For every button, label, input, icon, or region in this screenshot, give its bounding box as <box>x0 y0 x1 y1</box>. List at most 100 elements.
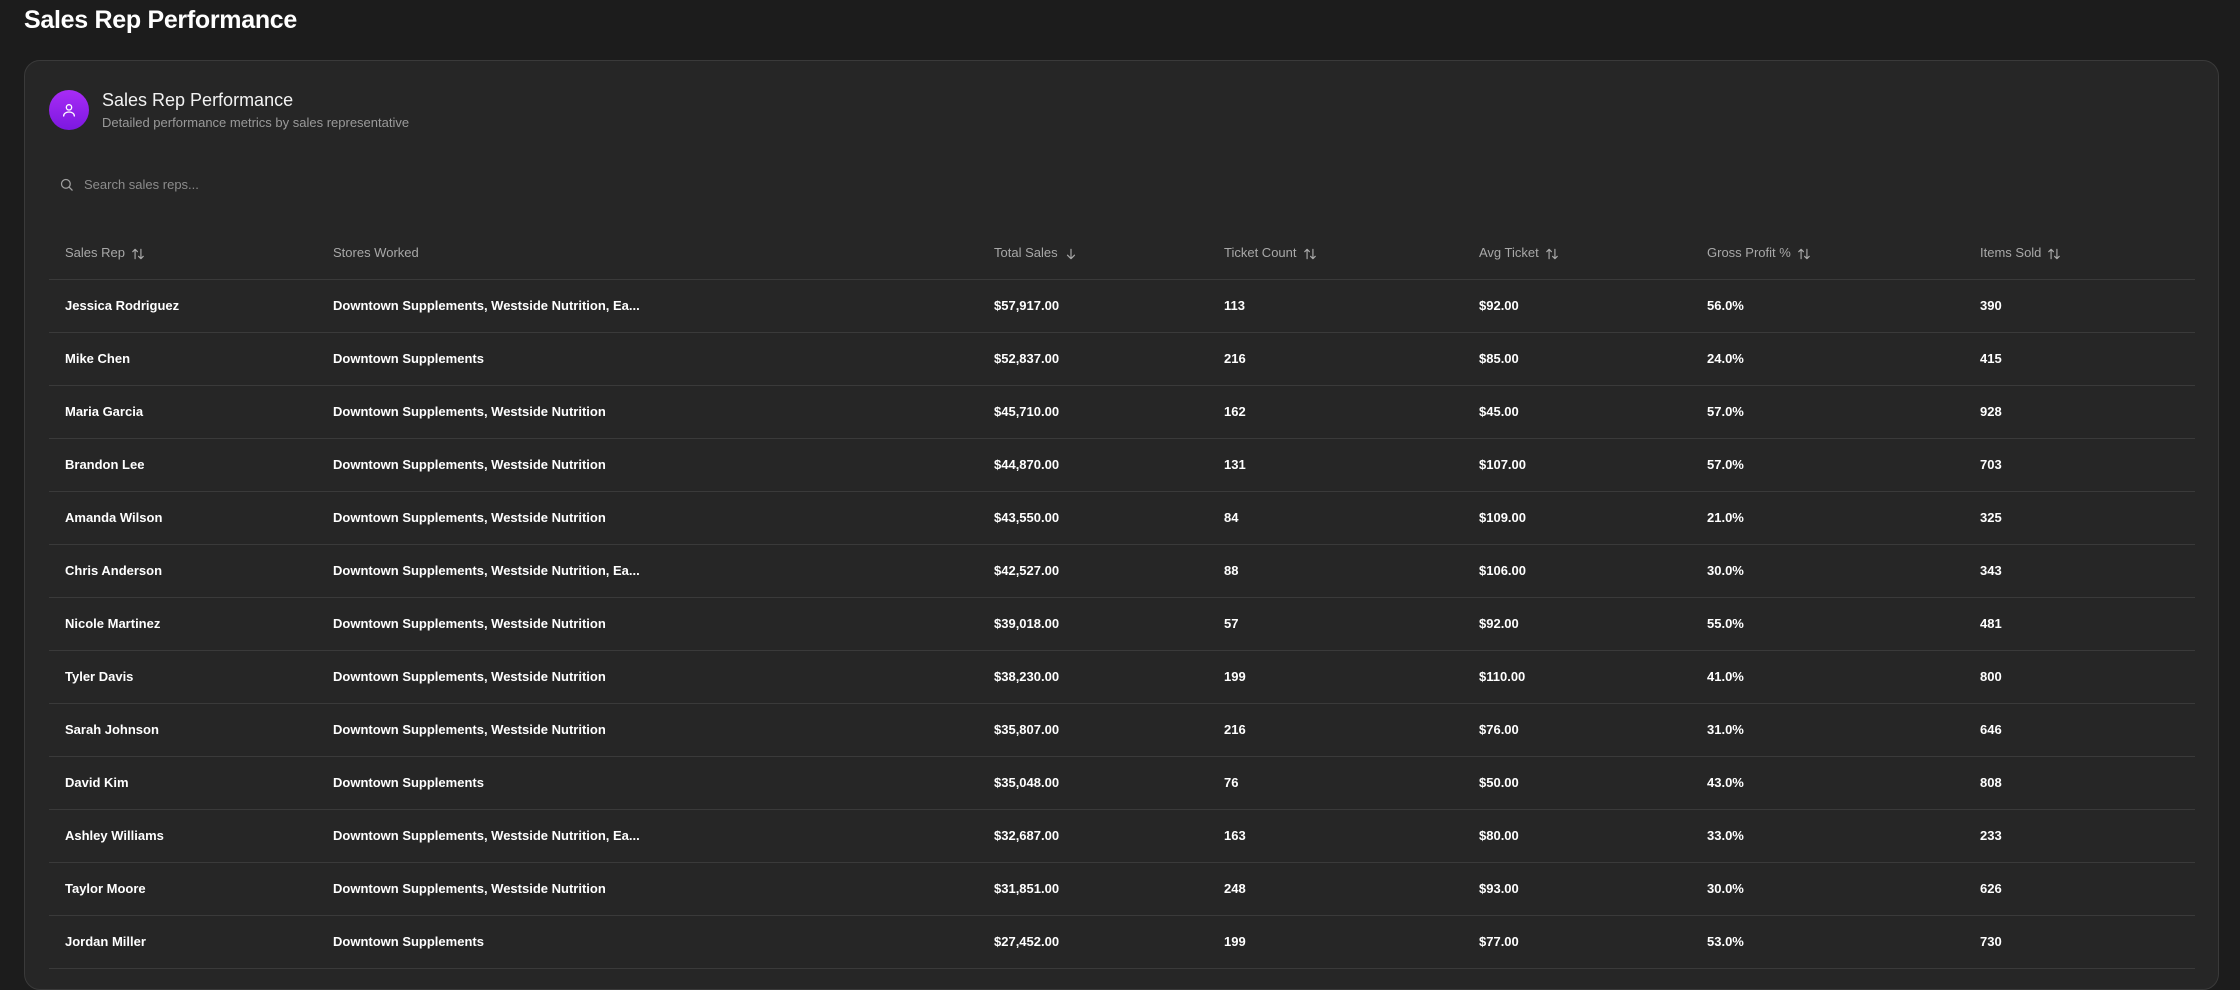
cell-items-sold: 325 <box>1964 491 2195 545</box>
column-header-ticket-count[interactable]: Ticket Count <box>1208 227 1463 280</box>
cell-sales-rep: Tyler Davis <box>49 650 317 704</box>
user-icon <box>49 90 89 130</box>
cell-stores-worked: Downtown Supplements <box>317 332 978 386</box>
search-icon <box>60 178 73 191</box>
cell-ticket-count: 88 <box>1208 544 1463 598</box>
column-header-avg-ticket[interactable]: Avg Ticket <box>1463 227 1691 280</box>
cell-total-sales: $35,807.00 <box>978 703 1208 757</box>
cell-ticket-count: 216 <box>1208 703 1463 757</box>
cell-gross-profit: 41.0% <box>1691 650 1964 704</box>
table-row[interactable]: Jessica Rodriguez Downtown Supplements, … <box>49 279 2195 333</box>
cell-gross-profit: 21.0% <box>1691 491 1964 545</box>
cell-items-sold: 730 <box>1964 915 2195 969</box>
column-header-items-sold[interactable]: Items Sold <box>1964 227 2195 280</box>
sales-rep-performance-card: Sales Rep Performance Detailed performan… <box>24 60 2219 990</box>
cell-avg-ticket: $92.00 <box>1463 279 1691 333</box>
cell-stores-worked: Downtown Supplements, Westside Nutrition <box>317 650 978 704</box>
cell-avg-ticket: $80.00 <box>1463 809 1691 863</box>
sort-arrows-icon <box>132 248 144 259</box>
cell-ticket-count: 216 <box>1208 332 1463 386</box>
cell-gross-profit: 56.0% <box>1691 279 1964 333</box>
cell-total-sales: $43,550.00 <box>978 491 1208 545</box>
cell-stores-worked: Downtown Supplements, Westside Nutrition <box>317 597 978 651</box>
cell-total-sales: $45,710.00 <box>978 385 1208 439</box>
cell-items-sold: 233 <box>1964 809 2195 863</box>
cell-items-sold: 343 <box>1964 544 2195 598</box>
cell-sales-rep: Mike Chen <box>49 332 317 386</box>
cell-gross-profit: 33.0% <box>1691 809 1964 863</box>
table-row[interactable]: Tyler Davis Downtown Supplements, Westsi… <box>49 650 2195 704</box>
column-header-total-sales[interactable]: Total Sales <box>978 227 1208 280</box>
table-row[interactable]: Taylor Moore Downtown Supplements, Wests… <box>49 862 2195 916</box>
column-header-gross-profit[interactable]: Gross Profit % <box>1691 227 1964 280</box>
cell-sales-rep: Taylor Moore <box>49 862 317 916</box>
cell-stores-worked: Downtown Supplements, Westside Nutrition… <box>317 544 978 598</box>
cell-sales-rep: Brandon Lee <box>49 438 317 492</box>
cell-ticket-count: 131 <box>1208 438 1463 492</box>
cell-items-sold: 808 <box>1964 756 2195 810</box>
cell-sales-rep: David Kim <box>49 756 317 810</box>
table-row[interactable]: Maria Garcia Downtown Supplements, Wests… <box>49 385 2195 439</box>
table-row[interactable]: Sarah Johnson Downtown Supplements, West… <box>49 703 2195 757</box>
cell-gross-profit: 57.0% <box>1691 385 1964 439</box>
sales-rep-table: Sales Rep Stores Worked Total Sales Tick… <box>49 227 2195 969</box>
cell-stores-worked: Downtown Supplements, Westside Nutrition <box>317 385 978 439</box>
cell-avg-ticket: $110.00 <box>1463 650 1691 704</box>
cell-total-sales: $27,452.00 <box>978 915 1208 969</box>
cell-ticket-count: 113 <box>1208 279 1463 333</box>
cell-sales-rep: Chris Anderson <box>49 544 317 598</box>
cell-avg-ticket: $107.00 <box>1463 438 1691 492</box>
column-header-label: Stores Worked <box>333 245 419 261</box>
cell-stores-worked: Downtown Supplements, Westside Nutrition <box>317 703 978 757</box>
sort-arrows-icon <box>1545 248 1558 259</box>
cell-items-sold: 703 <box>1964 438 2195 492</box>
cell-sales-rep: Ashley Williams <box>49 809 317 863</box>
cell-stores-worked: Downtown Supplements, Westside Nutrition <box>317 862 978 916</box>
table-row[interactable]: Ashley Williams Downtown Supplements, We… <box>49 809 2195 863</box>
table-row[interactable]: David Kim Downtown Supplements $35,048.0… <box>49 756 2195 810</box>
cell-ticket-count: 199 <box>1208 915 1463 969</box>
cell-items-sold: 646 <box>1964 703 2195 757</box>
cell-sales-rep: Nicole Martinez <box>49 597 317 651</box>
column-header-label: Items Sold <box>1980 244 2042 260</box>
cell-items-sold: 415 <box>1964 332 2195 386</box>
table-row[interactable]: Jordan Miller Downtown Supplements $27,4… <box>49 915 2195 969</box>
cell-total-sales: $39,018.00 <box>978 597 1208 651</box>
cell-stores-worked: Downtown Supplements, Westside Nutrition <box>317 491 978 545</box>
cell-ticket-count: 84 <box>1208 491 1463 545</box>
table-row[interactable]: Brandon Lee Downtown Supplements, Westsi… <box>49 438 2195 492</box>
cell-gross-profit: 30.0% <box>1691 862 1964 916</box>
column-header-label: Avg Ticket <box>1479 244 1539 260</box>
cell-ticket-count: 162 <box>1208 385 1463 439</box>
cell-stores-worked: Downtown Supplements <box>317 915 978 969</box>
column-header-stores-worked: Stores Worked <box>317 227 978 280</box>
table-header-row: Sales Rep Stores Worked Total Sales Tick… <box>49 227 2195 280</box>
cell-sales-rep: Maria Garcia <box>49 385 317 439</box>
table-row[interactable]: Amanda Wilson Downtown Supplements, West… <box>49 491 2195 545</box>
column-header-label: Total Sales <box>994 244 1058 260</box>
cell-stores-worked: Downtown Supplements, Westside Nutrition <box>317 438 978 492</box>
cell-items-sold: 800 <box>1964 650 2195 704</box>
card-title: Sales Rep Performance <box>102 90 294 110</box>
card-header: Sales Rep Performance Detailed performan… <box>49 89 409 131</box>
table-row[interactable]: Chris Anderson Downtown Supplements, Wes… <box>49 544 2195 598</box>
table-row[interactable]: Mike Chen Downtown Supplements $52,837.0… <box>49 332 2195 386</box>
search-bar <box>59 169 619 199</box>
table-row[interactable]: Nicole Martinez Downtown Supplements, We… <box>49 597 2195 651</box>
cell-total-sales: $42,527.00 <box>978 544 1208 598</box>
cell-sales-rep: Amanda Wilson <box>49 491 317 545</box>
cell-items-sold: 390 <box>1964 279 2195 333</box>
cell-gross-profit: 53.0% <box>1691 915 1964 969</box>
sort-arrows-icon <box>1797 248 1810 259</box>
cell-gross-profit: 57.0% <box>1691 438 1964 492</box>
cell-avg-ticket: $109.00 <box>1463 491 1691 545</box>
cell-sales-rep: Jessica Rodriguez <box>49 279 317 333</box>
cell-gross-profit: 24.0% <box>1691 332 1964 386</box>
cell-stores-worked: Downtown Supplements <box>317 756 978 810</box>
cell-total-sales: $57,917.00 <box>978 279 1208 333</box>
cell-total-sales: $32,687.00 <box>978 809 1208 863</box>
column-header-sales-rep[interactable]: Sales Rep <box>49 227 317 280</box>
search-input[interactable] <box>84 176 584 192</box>
cell-gross-profit: 43.0% <box>1691 756 1964 810</box>
cell-gross-profit: 31.0% <box>1691 703 1964 757</box>
